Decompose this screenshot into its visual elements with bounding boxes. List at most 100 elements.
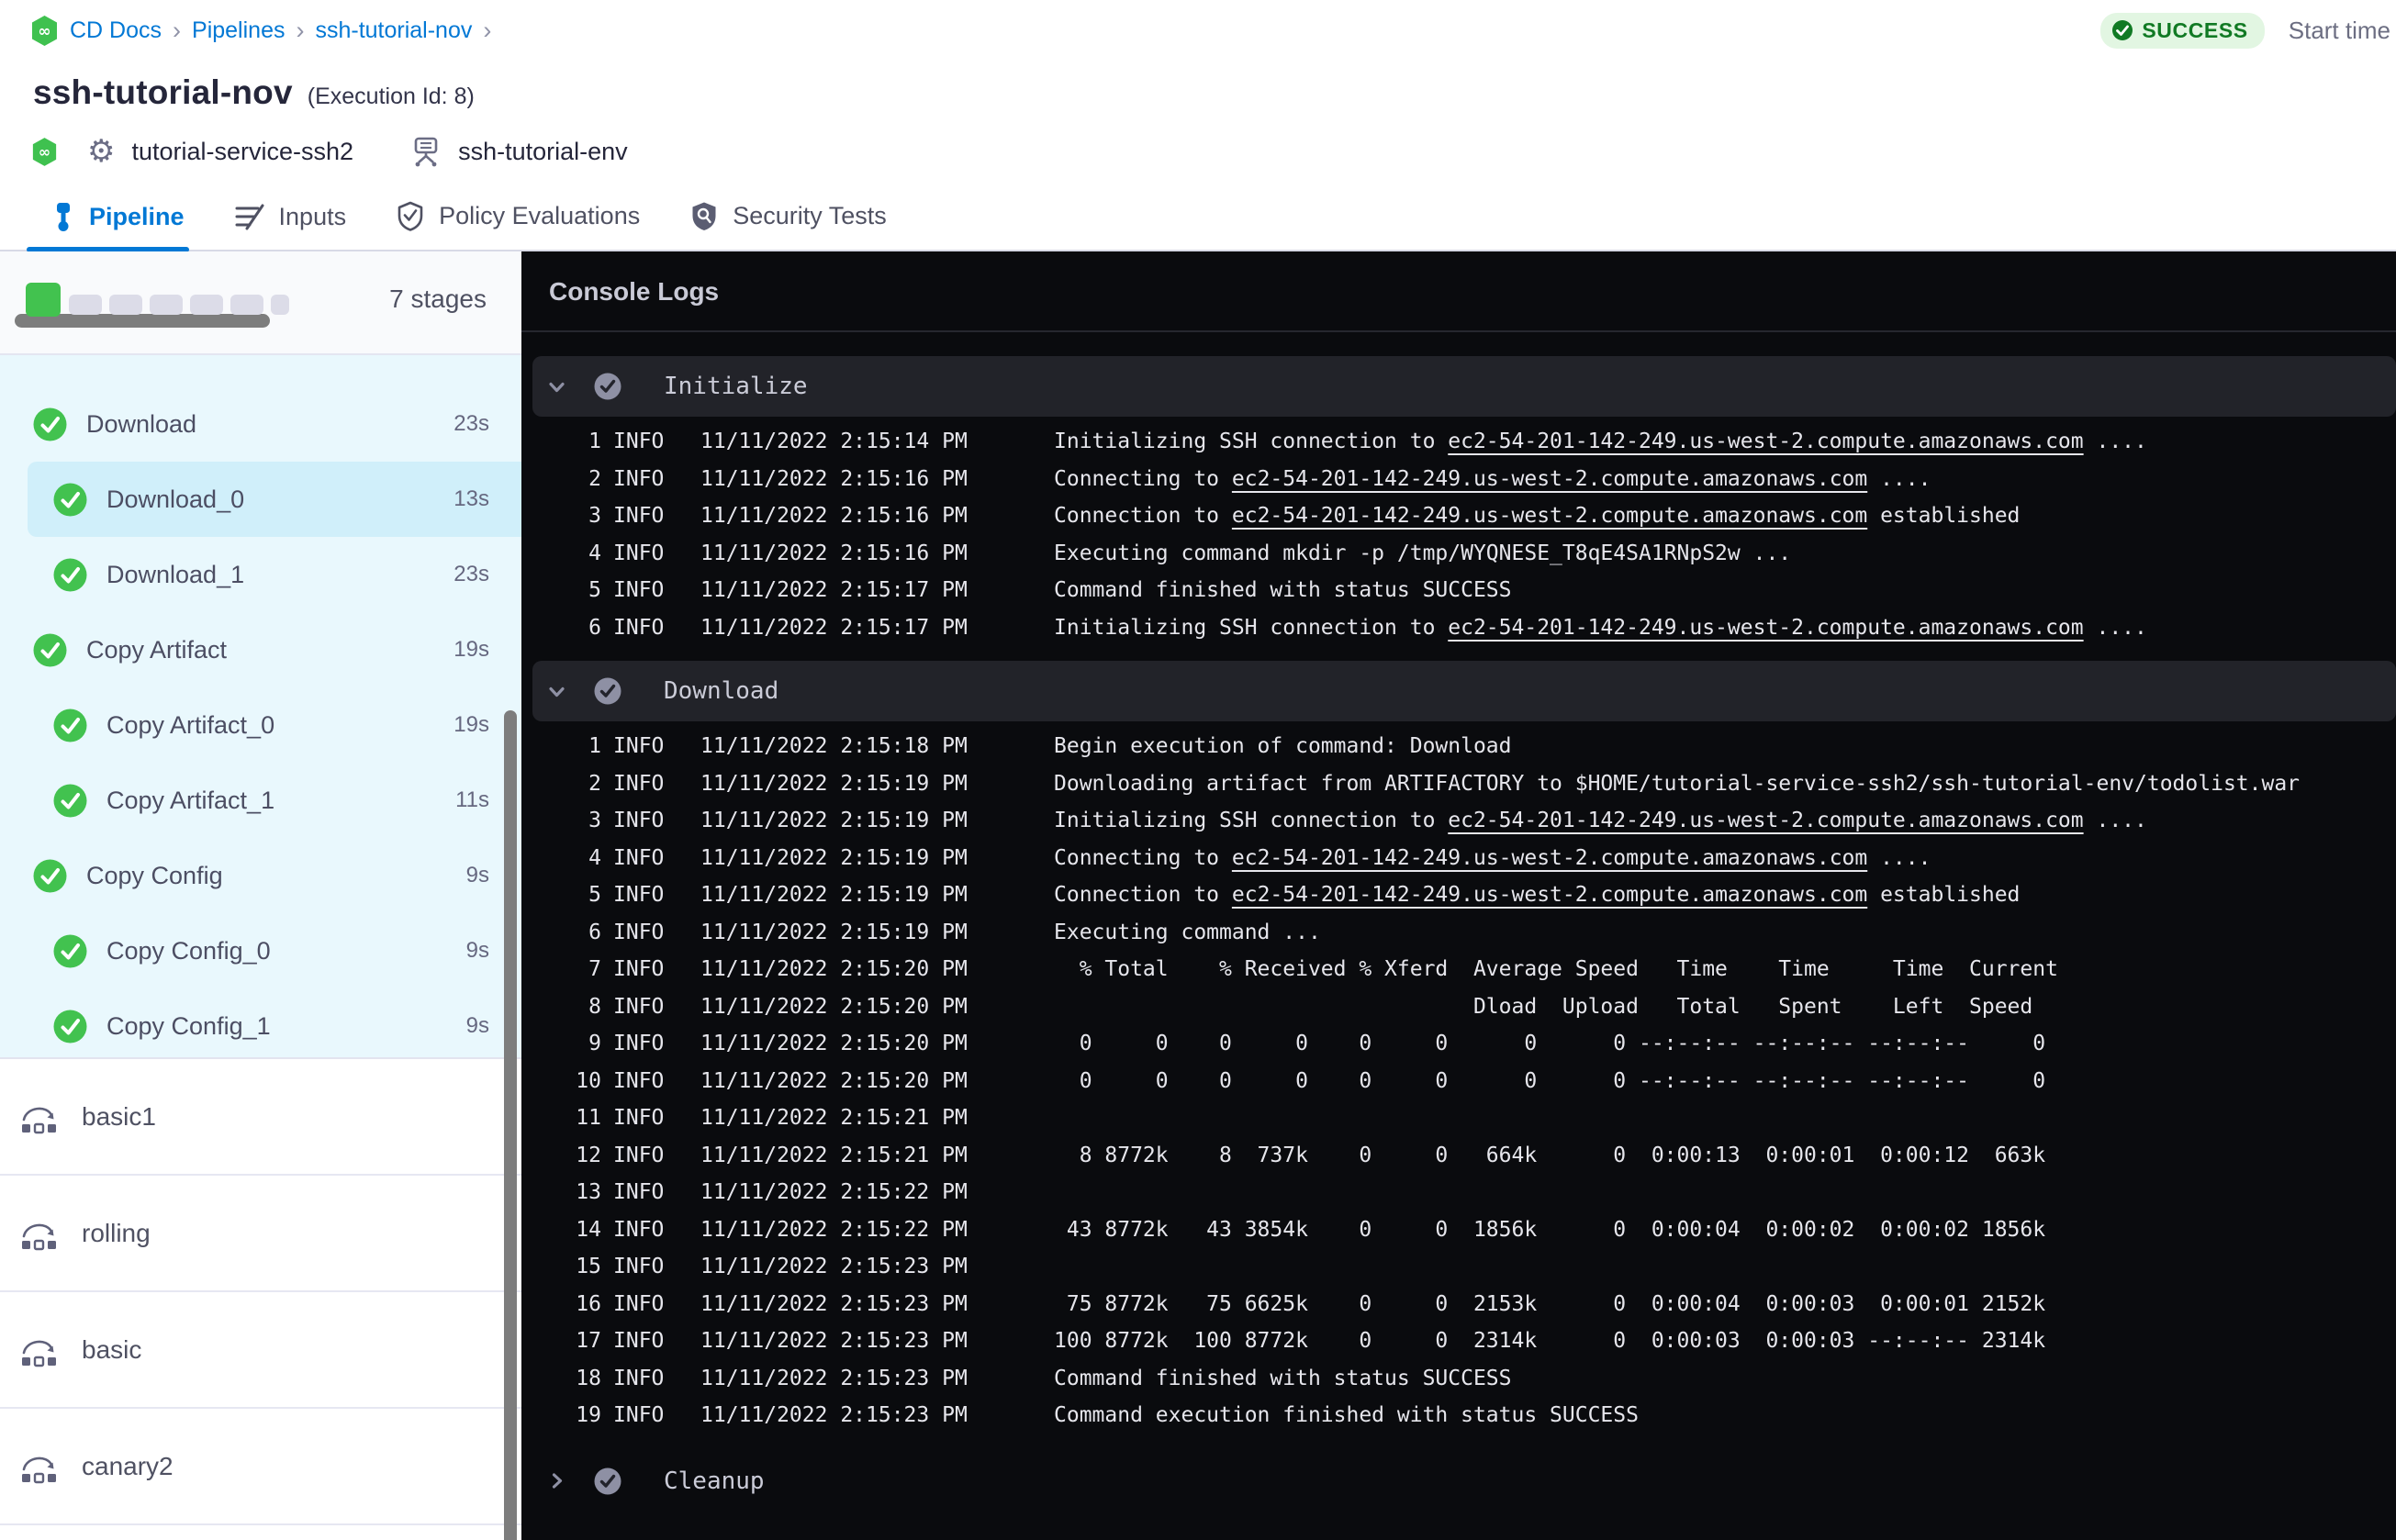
log-timestamp: 11/11/2022 2:15:19 PM xyxy=(700,920,968,944)
log-line: 6 INFO 11/11/2022 2:15:19 PM Executing c… xyxy=(521,914,2396,952)
chevron-down-icon[interactable] xyxy=(544,374,569,399)
console-panel: Console Logs Initialize 1 INFO 11/11/202… xyxy=(521,251,2396,1540)
log-message: Executing command ... xyxy=(1054,914,2396,952)
service-name[interactable]: tutorial-service-ssh2 xyxy=(131,138,353,166)
stage-row[interactable]: Copy Artifact 19s xyxy=(0,612,521,687)
sidebar-scrollbar[interactable] xyxy=(504,710,517,1540)
log-level: INFO xyxy=(613,541,665,565)
stage-label: Copy Artifact xyxy=(86,635,228,664)
chevron-right-icon[interactable] xyxy=(544,1468,569,1493)
log-timestamp: 11/11/2022 2:15:23 PM xyxy=(700,1291,968,1316)
log-line: 10 INFO 11/11/2022 2:15:20 PM 0 0 0 0 0 … xyxy=(521,1063,2396,1100)
stage-label: Copy Config_1 xyxy=(106,1011,271,1040)
main-content: 7 stages Download 23s Download_0 13s Dow… xyxy=(0,251,2396,1540)
log-message: Command execution finished with status S… xyxy=(1054,1397,2396,1434)
breadcrumb-separator: › xyxy=(296,16,305,44)
log-message: 8 8772k 8 737k 0 0 664k 0 0:00:13 0:00:0… xyxy=(1054,1137,2396,1175)
stage-row[interactable]: Download_1 23s xyxy=(0,537,521,612)
tab-pipeline[interactable]: Pipeline xyxy=(27,202,189,252)
environment-name[interactable]: ssh-tutorial-env xyxy=(458,138,628,166)
section-label: Cleanup xyxy=(664,1467,765,1495)
pipeline-list-item[interactable]: basic xyxy=(0,1292,521,1409)
log-line-number: 2 xyxy=(588,771,601,796)
log-message: Executing command mkdir -p /tmp/WYQNESE_… xyxy=(1054,535,2396,573)
console-divider xyxy=(521,330,2396,332)
log-line: 18 INFO 11/11/2022 2:15:23 PM Command fi… xyxy=(521,1360,2396,1398)
page-title: ssh-tutorial-nov xyxy=(33,73,293,111)
log-line: 4 INFO 11/11/2022 2:15:19 PM Connecting … xyxy=(521,840,2396,877)
stage-label: Download_1 xyxy=(106,560,245,588)
log-level: INFO xyxy=(613,466,665,491)
log-text: Initializing SSH connection to xyxy=(1054,430,1449,453)
log-line-number: 7 xyxy=(588,957,601,981)
log-line-number: 16 xyxy=(576,1291,601,1316)
log-line: 9 INFO 11/11/2022 2:15:20 PM 0 0 0 0 0 0… xyxy=(521,1025,2396,1063)
stage-progress-indicator xyxy=(15,283,319,336)
log-line-number: 3 xyxy=(588,504,601,528)
pipeline-list: basic1 rolling basic canary2 xyxy=(0,1057,521,1540)
breadcrumb-separator: › xyxy=(173,16,182,44)
host-link[interactable]: ec2-54-201-142-249.us-west-2.compute.ama… xyxy=(1232,883,1867,907)
pipeline-list-item[interactable]: canary2 xyxy=(0,1409,521,1525)
stage-row[interactable]: Copy Config 9s xyxy=(0,838,521,913)
host-link[interactable]: ec2-54-201-142-249.us-west-2.compute.ama… xyxy=(1232,846,1867,870)
breadcrumb: ∞ CD Docs › Pipelines › ssh-tutorial-nov… xyxy=(30,15,491,47)
log-section-header[interactable]: Download xyxy=(532,661,2396,721)
pipeline-list-item[interactable]: rolling xyxy=(0,1176,521,1292)
header-right: SUCCESS Start time xyxy=(2100,12,2390,49)
log-message: 0 0 0 0 0 0 0 0 --:--:-- --:--:-- --:--:… xyxy=(1054,1025,2396,1063)
tab-inputs[interactable]: Inputs xyxy=(234,203,346,250)
log-timestamp: 11/11/2022 2:15:17 PM xyxy=(700,578,968,602)
breadcrumb-item-pipeline-name[interactable]: ssh-tutorial-nov xyxy=(315,17,472,44)
log-level: INFO xyxy=(613,1032,665,1055)
log-section: Cleanup xyxy=(521,1451,2396,1527)
log-line-number: 9 xyxy=(588,1032,601,1055)
log-message: Connection to ec2-54-201-142-249.us-west… xyxy=(1054,497,2396,535)
chevron-down-icon[interactable] xyxy=(544,679,569,704)
host-link[interactable]: ec2-54-201-142-249.us-west-2.compute.ama… xyxy=(1448,616,2083,640)
log-level: INFO xyxy=(613,1403,665,1427)
log-level: INFO xyxy=(613,1180,665,1204)
log-line: 3 INFO 11/11/2022 2:15:19 PM Initializin… xyxy=(521,802,2396,840)
pipeline-list-item[interactable]: basic1 xyxy=(0,1059,521,1176)
log-line-number: 3 xyxy=(588,809,601,832)
policy-shield-check-icon xyxy=(397,201,423,231)
stage-duration: 23s xyxy=(453,562,489,586)
log-level: INFO xyxy=(613,1291,665,1316)
host-link[interactable]: ec2-54-201-142-249.us-west-2.compute.ama… xyxy=(1448,430,2083,453)
host-link[interactable]: ec2-54-201-142-249.us-west-2.compute.ama… xyxy=(1232,467,1867,491)
stage-row[interactable]: Copy Config_1 9s xyxy=(0,988,521,1064)
log-text: .... xyxy=(1867,845,1931,870)
log-line: 13 INFO 11/11/2022 2:15:22 PM xyxy=(521,1174,2396,1211)
stage-duration: 9s xyxy=(465,938,489,963)
log-level: INFO xyxy=(613,771,665,796)
security-shield-scan-icon xyxy=(692,202,716,230)
log-section-header[interactable]: Cleanup xyxy=(532,1451,2396,1512)
stage-row[interactable]: Download 23s xyxy=(0,386,521,462)
stage-label: Download xyxy=(86,409,197,438)
console-logs-title: Console Logs xyxy=(549,277,720,306)
tab-security-tests[interactable]: Security Tests xyxy=(689,201,887,250)
log-line-number: 4 xyxy=(588,845,601,870)
rollback-icon xyxy=(22,1456,56,1484)
log-text: established xyxy=(1867,504,2021,528)
log-level: INFO xyxy=(613,883,665,907)
stage-duration: 23s xyxy=(453,411,489,436)
stage-row[interactable]: Copy Config_0 9s xyxy=(0,913,521,988)
breadcrumb-item-pipelines[interactable]: Pipelines xyxy=(192,17,285,44)
host-link[interactable]: ec2-54-201-142-249.us-west-2.compute.ama… xyxy=(1232,504,1867,528)
stage-success-check-icon xyxy=(53,558,87,592)
log-text: 100 8772k 100 8772k 0 0 2314k 0 0:00:03 … xyxy=(1054,1329,2046,1353)
breadcrumb-item-cd-docs[interactable]: CD Docs xyxy=(70,17,162,44)
host-link[interactable]: ec2-54-201-142-249.us-west-2.compute.ama… xyxy=(1448,809,2083,832)
pipeline-label: rolling xyxy=(82,1218,151,1247)
log-text: 75 8772k 75 6625k 0 0 2153k 0 0:00:04 0:… xyxy=(1054,1291,2046,1316)
stage-row[interactable]: Copy Artifact_0 19s xyxy=(0,687,521,763)
stage-row[interactable]: Copy Artifact_1 11s xyxy=(0,763,521,838)
stage-row[interactable]: Download_0 13s xyxy=(0,462,521,537)
tab-policy-evaluations[interactable]: Policy Evaluations xyxy=(396,201,640,250)
log-line-number: 5 xyxy=(588,578,601,602)
log-line: 1 INFO 11/11/2022 2:15:14 PM Initializin… xyxy=(521,423,2396,461)
log-section-header[interactable]: Initialize xyxy=(532,356,2396,417)
log-line: 12 INFO 11/11/2022 2:15:21 PM 8 8772k 8 … xyxy=(521,1137,2396,1175)
